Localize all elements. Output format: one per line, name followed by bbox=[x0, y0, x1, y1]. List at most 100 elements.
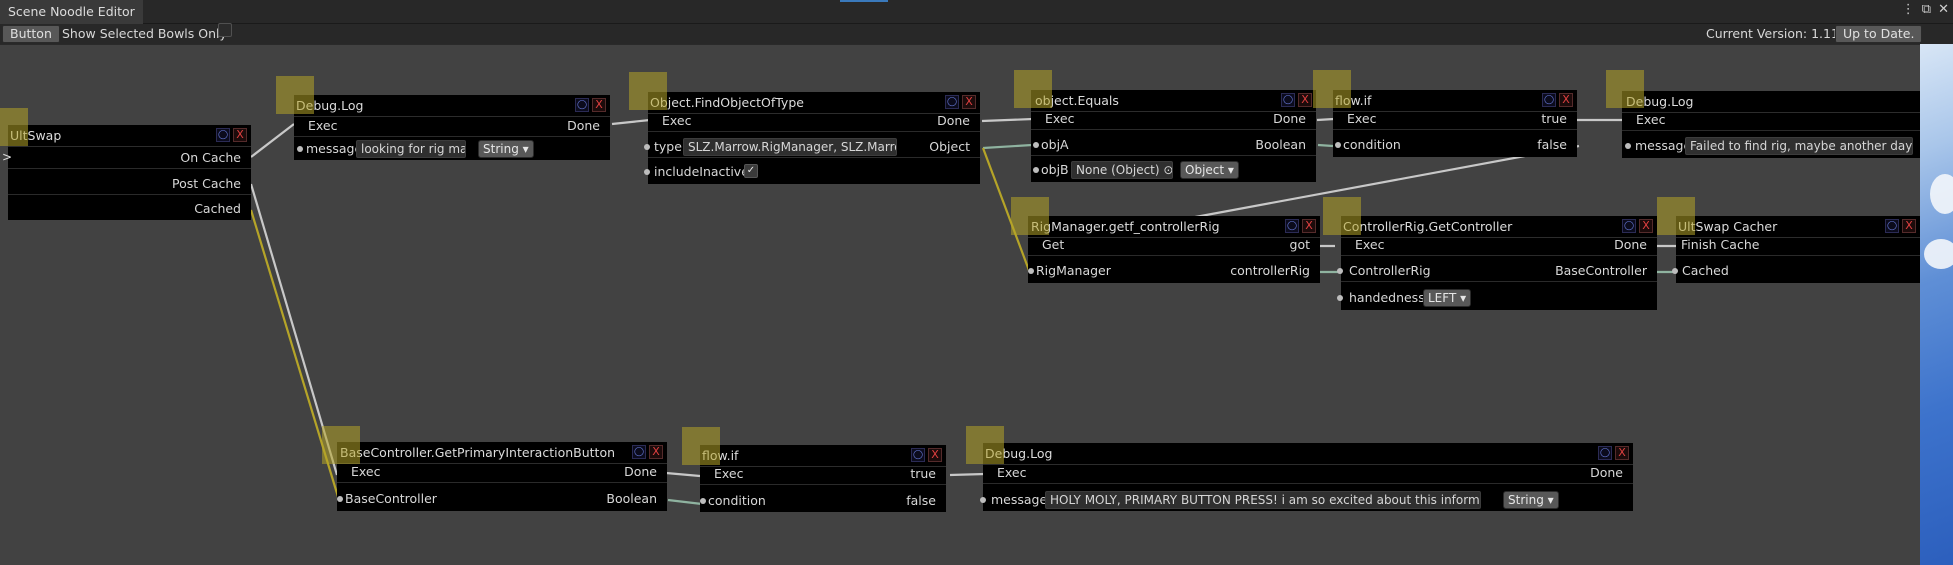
port-exec[interactable]: Exec bbox=[351, 464, 380, 479]
include-inactive-checkbox[interactable]: ✓ bbox=[744, 164, 758, 178]
node-ultswap[interactable]: UltSwap ◯ X On Cache Post Cache Cached bbox=[8, 125, 251, 220]
port-basecontroller[interactable]: BaseController bbox=[345, 491, 437, 506]
port-exec[interactable]: Exec bbox=[662, 113, 691, 128]
node-get-primary-interaction-button[interactable]: BaseController.GetPrimaryInteractionButt… bbox=[337, 442, 667, 511]
port-got[interactable]: got bbox=[1290, 237, 1310, 252]
type-field[interactable]: SLZ.Marrow.RigManager, SLZ.Marrow bbox=[683, 138, 897, 156]
node-flow-if[interactable]: flow.if ◯ X Exec true condition false bbox=[700, 445, 946, 512]
node-title: Object.FindObjectOfType bbox=[650, 95, 804, 110]
node-circle-button[interactable]: ◯ bbox=[1598, 446, 1612, 460]
node-close-button[interactable]: X bbox=[1302, 219, 1316, 233]
port-exec[interactable]: Exec bbox=[1355, 237, 1384, 252]
port-done[interactable]: Done bbox=[937, 113, 970, 128]
type-dropdown[interactable]: String ▾ bbox=[1503, 491, 1559, 509]
node-circle-button[interactable]: ◯ bbox=[1281, 93, 1295, 107]
port-true[interactable]: true bbox=[1541, 111, 1567, 126]
node-object-equals[interactable]: object.Equals ◯ X Exec Done objA Boolean ob… bbox=[1031, 90, 1316, 182]
port-done[interactable]: Done bbox=[1273, 111, 1306, 126]
port-false[interactable]: false bbox=[906, 493, 936, 508]
window-tab[interactable]: Scene Noodle Editor bbox=[0, 0, 143, 24]
port-boolean[interactable]: Boolean bbox=[1255, 137, 1306, 152]
port-post-cache[interactable]: Post Cache bbox=[172, 176, 241, 191]
port-object[interactable]: Object bbox=[929, 139, 970, 154]
node-close-button[interactable]: X bbox=[592, 98, 606, 112]
maximize-icon[interactable]: ⧉ bbox=[1922, 2, 1931, 17]
node-close-button[interactable]: X bbox=[1615, 446, 1629, 460]
node-circle-button[interactable]: ◯ bbox=[945, 95, 959, 109]
node-close-button[interactable]: X bbox=[962, 95, 976, 109]
node-controllerrig-get-controller[interactable]: ControllerRig.GetController ◯ X Exec Done … bbox=[1337, 216, 1657, 310]
port-cached[interactable]: Cached bbox=[1682, 263, 1729, 278]
port-done[interactable]: Done bbox=[1590, 465, 1623, 480]
port-finish-cache[interactable]: Finish Cache bbox=[1681, 237, 1759, 252]
node-flow-if[interactable]: flow.if ◯ X Exec true condition false bbox=[1333, 90, 1577, 157]
node-highlight bbox=[1657, 197, 1695, 235]
close-icon[interactable]: ✕ bbox=[1938, 2, 1949, 17]
node-circle-button[interactable]: ◯ bbox=[911, 448, 925, 462]
node-close-button[interactable]: X bbox=[1559, 93, 1573, 107]
port-rigmanager[interactable]: RigManager bbox=[1036, 263, 1111, 278]
node-ultswap-cacher[interactable]: UltSwap Cacher ◯ X Finish Cache Cached bbox=[1672, 216, 1920, 283]
port-true[interactable]: true bbox=[910, 466, 936, 481]
node-circle-button[interactable]: ◯ bbox=[1622, 219, 1636, 233]
port-condition[interactable]: condition bbox=[1343, 137, 1401, 152]
param-label: message bbox=[306, 141, 363, 156]
port-controllerrig[interactable]: controllerRig bbox=[1230, 263, 1310, 278]
node-circle-button[interactable]: ◯ bbox=[1885, 219, 1899, 233]
node-close-button[interactable]: X bbox=[233, 128, 247, 142]
port-exec[interactable]: Exec bbox=[308, 118, 337, 133]
node-circle-button[interactable]: ◯ bbox=[1285, 219, 1299, 233]
port-basecontroller[interactable]: BaseController bbox=[1555, 263, 1647, 278]
type-dropdown[interactable]: String ▾ bbox=[478, 140, 534, 158]
object-picker-icon[interactable]: ⊙ bbox=[1163, 163, 1172, 177]
node-close-button[interactable]: X bbox=[928, 448, 942, 462]
node-close-button[interactable]: X bbox=[649, 445, 663, 459]
show-selected-checkbox[interactable] bbox=[218, 23, 232, 37]
node-rigmanager-get-controller-rig[interactable]: RigManager.getf_controllerRig ◯ X Get got … bbox=[1028, 216, 1320, 283]
node-circle-button[interactable]: ◯ bbox=[1542, 93, 1556, 107]
port-on-cache[interactable]: On Cache bbox=[180, 150, 241, 165]
objb-value: None (Object) bbox=[1076, 163, 1160, 177]
port-exec[interactable]: Exec bbox=[1636, 112, 1665, 127]
node-circle-button[interactable]: ◯ bbox=[632, 445, 646, 459]
port-done[interactable]: Done bbox=[567, 118, 600, 133]
port-get[interactable]: Get bbox=[1042, 237, 1064, 252]
port-controllerrig[interactable]: ControllerRig bbox=[1349, 263, 1431, 278]
port-exec[interactable]: Exec bbox=[1347, 111, 1376, 126]
node-find-object-of-type[interactable]: Object.FindObjectOfType ◯ X Exec Done type… bbox=[644, 92, 980, 184]
node-debug-log[interactable]: Debug.Log ◯ X Exec Done message looking fo… bbox=[294, 95, 610, 160]
port-done[interactable]: Done bbox=[624, 464, 657, 479]
port-done[interactable]: Done bbox=[1614, 237, 1647, 252]
node-circle-button[interactable]: ◯ bbox=[575, 98, 589, 112]
handedness-dropdown[interactable]: LEFT ▾ bbox=[1423, 289, 1472, 307]
scene-view-sliver bbox=[1920, 44, 1953, 565]
message-field[interactable]: Failed to find rig, maybe another day! bbox=[1685, 137, 1913, 155]
param-label: handedness bbox=[1349, 290, 1425, 305]
port-exec[interactable]: Exec bbox=[1045, 111, 1074, 126]
port-exec[interactable]: Exec bbox=[714, 466, 743, 481]
node-close-button[interactable]: X bbox=[1298, 93, 1312, 107]
objb-type-dropdown[interactable]: Object ▾ bbox=[1180, 161, 1239, 179]
node-circle-button[interactable]: ◯ bbox=[216, 128, 230, 142]
node-close-button[interactable]: X bbox=[1902, 219, 1916, 233]
port-cached[interactable]: Cached bbox=[194, 201, 241, 216]
port-condition[interactable]: condition bbox=[708, 493, 766, 508]
active-tab-indicator bbox=[840, 0, 888, 2]
up-to-date-button[interactable]: Up to Date. bbox=[1835, 25, 1923, 43]
param-label: type bbox=[654, 139, 682, 154]
message-field[interactable]: HOLY MOLY, PRIMARY BUTTON PRESS! i am so… bbox=[1045, 491, 1481, 509]
port-false[interactable]: false bbox=[1537, 137, 1567, 152]
node-debug-log[interactable]: Debug.Log ◯ X Exec Done message HOLY MOLY,… bbox=[980, 443, 1633, 511]
more-menu-icon[interactable]: ⋮ bbox=[1902, 2, 1915, 17]
objb-field[interactable]: None (Object) ⊙ bbox=[1071, 161, 1173, 179]
message-field[interactable]: looking for rig man.. bbox=[356, 140, 466, 158]
node-close-button[interactable]: X bbox=[1639, 219, 1653, 233]
exec-arrow-icon: > bbox=[2, 150, 13, 164]
toolbar-button[interactable]: Button bbox=[2, 25, 60, 43]
param-label: message bbox=[1635, 138, 1692, 153]
node-highlight bbox=[682, 427, 720, 465]
port-boolean[interactable]: Boolean bbox=[606, 491, 657, 506]
node-debug-log[interactable]: Debug.Log Exec message Failed to find ri… bbox=[1622, 91, 1920, 158]
port-obja[interactable]: objA bbox=[1041, 137, 1069, 152]
port-exec[interactable]: Exec bbox=[997, 465, 1026, 480]
